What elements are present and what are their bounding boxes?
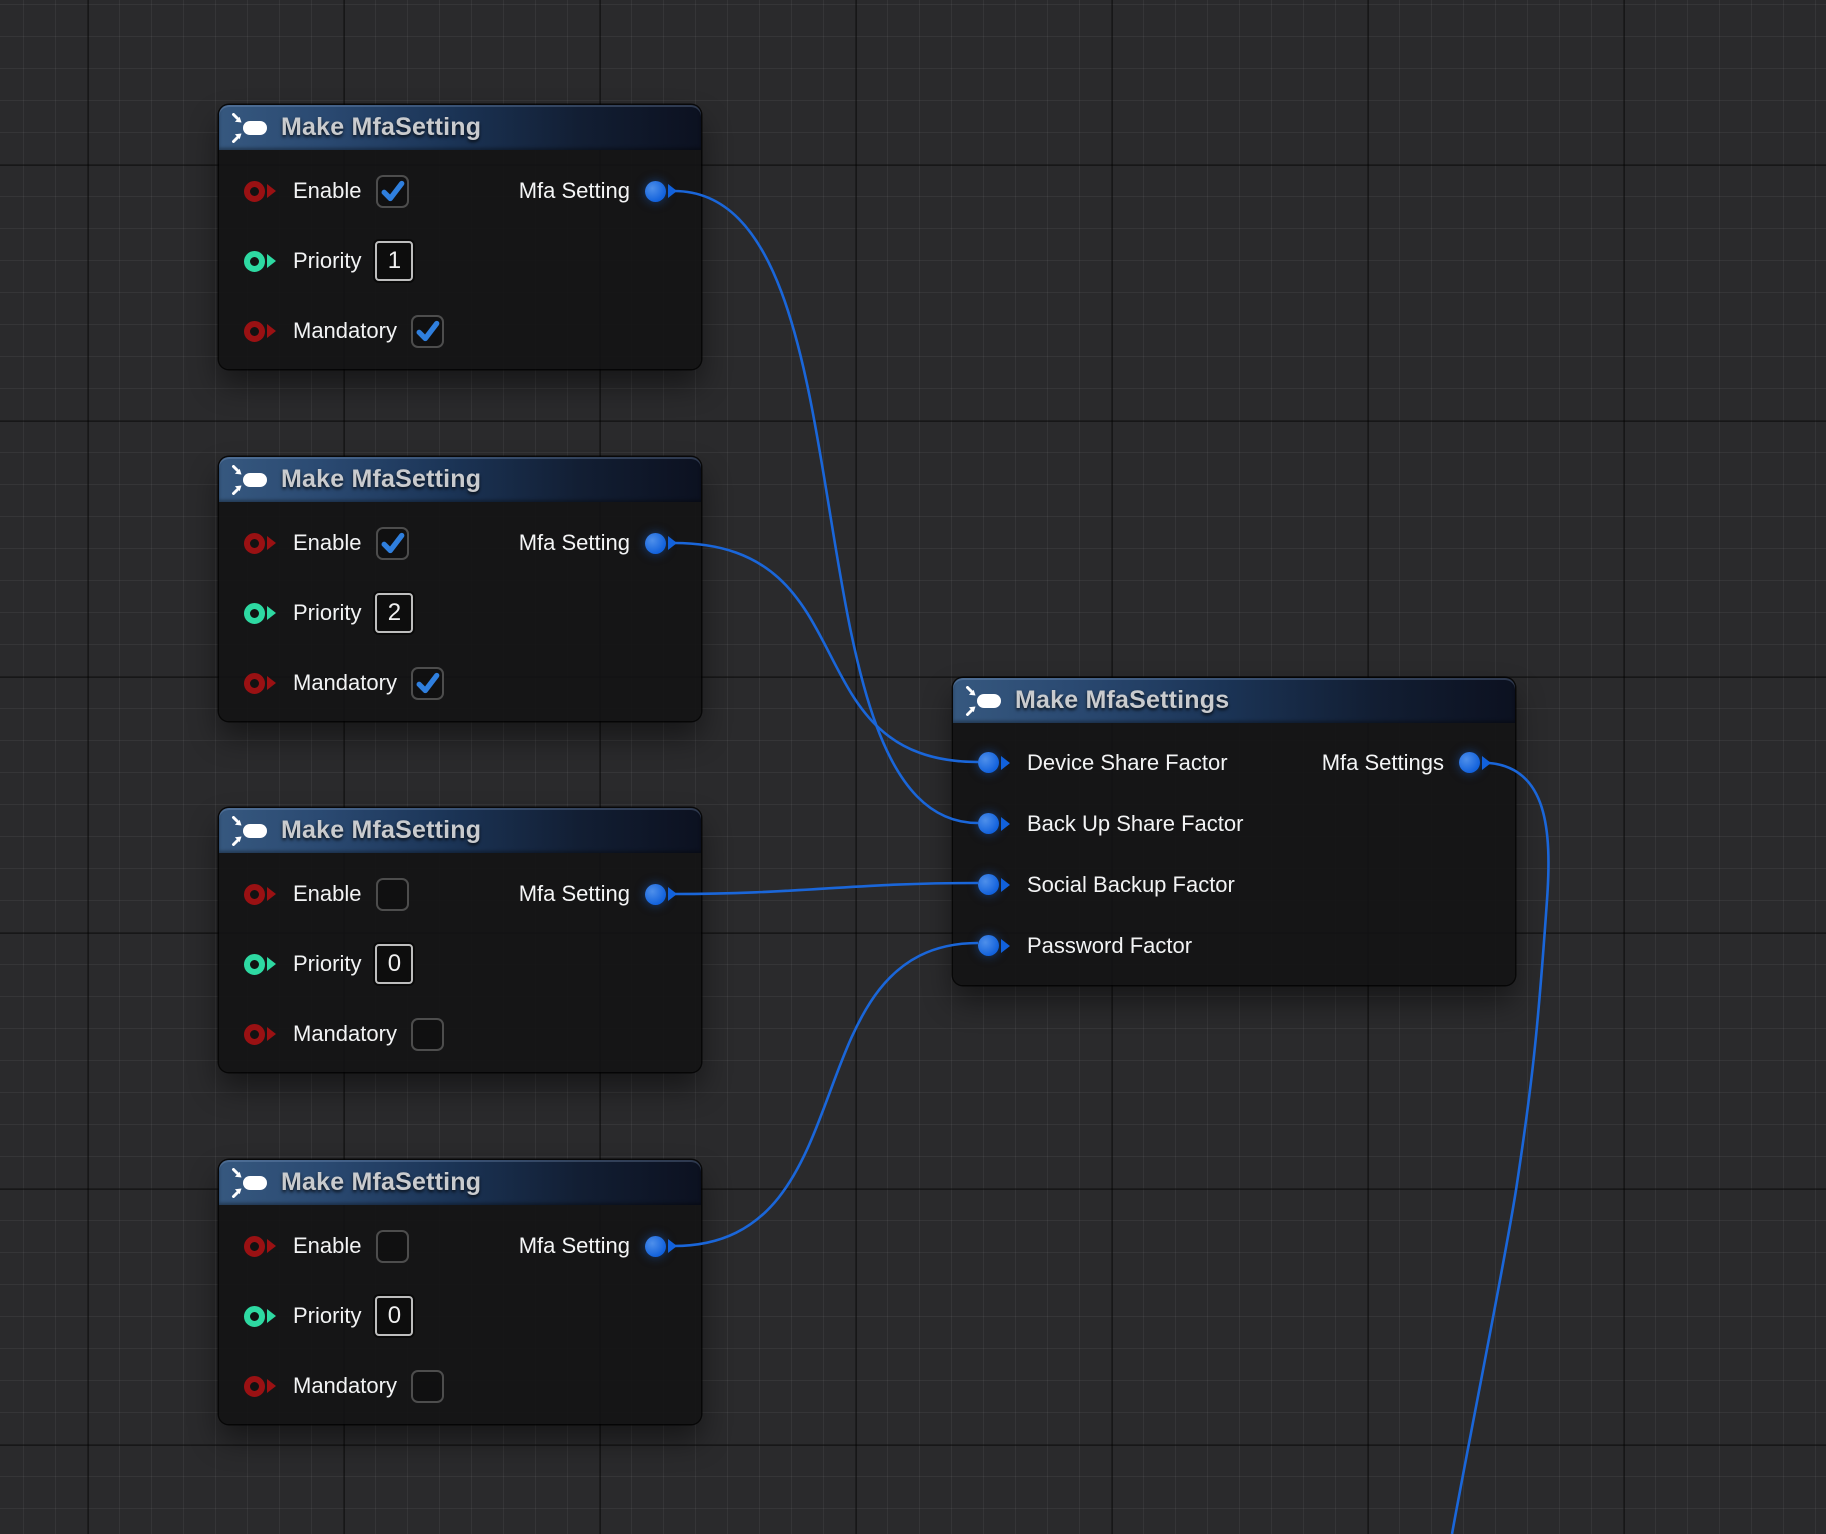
enable-checkbox[interactable]	[376, 175, 409, 208]
pin-row-social-backup-factor: Social Backup Factor	[953, 854, 1515, 915]
priority-number-input[interactable]: 2	[375, 593, 413, 633]
back-up-share-factor-input-pin[interactable]	[978, 813, 1010, 834]
wire-w4[interactable]	[674, 943, 978, 1246]
mfa-settings-output-pin[interactable]	[1459, 752, 1491, 773]
pin-row-mandatory: Mandatory	[219, 999, 701, 1069]
node-output-row: Mfa Setting	[519, 508, 677, 578]
priority-input-pin[interactable]	[244, 603, 276, 624]
pin-row-priority: Priority 2	[219, 578, 701, 648]
wire-w2[interactable]	[674, 543, 978, 762]
node-title: Make MfaSetting	[281, 465, 481, 494]
priority-input-pin[interactable]	[244, 954, 276, 975]
mandatory-pin-label: Mandatory	[293, 1021, 397, 1047]
output-pin-label: Mfa Setting	[519, 178, 630, 204]
mandatory-input-pin[interactable]	[244, 1024, 276, 1045]
pin-row-priority: Priority 0	[219, 1281, 701, 1351]
enable-input-pin[interactable]	[244, 884, 276, 905]
node-header-drag-handle[interactable]: Make MfaSetting	[219, 1160, 701, 1205]
make-struct-icon	[965, 686, 1005, 716]
output-pin-label: Mfa Settings	[1322, 750, 1444, 776]
pin-row-priority: Priority 0	[219, 929, 701, 999]
enable-input-pin[interactable]	[244, 533, 276, 554]
device-share-factor-input-pin[interactable]	[978, 752, 1010, 773]
pin-row-mandatory: Mandatory	[219, 1351, 701, 1421]
mandatory-checkbox[interactable]	[411, 1370, 444, 1403]
node-header-drag-handle[interactable]: Make MfaSettings	[953, 678, 1515, 723]
node-output-row: Mfa Setting	[519, 156, 677, 226]
priority-number-input[interactable]: 1	[375, 241, 413, 281]
checkmark-icon	[378, 528, 407, 558]
pin-row-priority: Priority 1	[219, 226, 701, 296]
make-struct-icon	[231, 113, 271, 143]
mandatory-checkbox[interactable]	[411, 1018, 444, 1051]
back-up-share-factor-pin-label: Back Up Share Factor	[1027, 811, 1243, 837]
enable-checkbox[interactable]	[376, 527, 409, 560]
enable-pin-label: Enable	[293, 1233, 362, 1259]
node-output-row: Mfa Setting	[519, 859, 677, 929]
blueprint-graph-canvas[interactable]: { "graph": { "type": "unreal-blueprint-g…	[0, 0, 1826, 1534]
mandatory-checkbox[interactable]	[411, 667, 444, 700]
checkmark-icon	[413, 668, 442, 698]
node-make_mfasetting_1[interactable]: Make MfaSetting Enable Priority 1 Mandatory…	[219, 105, 701, 369]
node-make_mfasetting_2[interactable]: Make MfaSetting Enable Priority 2 Mandatory…	[219, 457, 701, 721]
enable-checkbox[interactable]	[376, 1230, 409, 1263]
priority-pin-label: Priority	[293, 951, 361, 977]
mandatory-input-pin[interactable]	[244, 1376, 276, 1397]
mfa-setting-output-pin[interactable]	[645, 1236, 677, 1257]
enable-checkbox[interactable]	[376, 878, 409, 911]
priority-input-pin[interactable]	[244, 251, 276, 272]
password-factor-input-pin[interactable]	[978, 935, 1010, 956]
make-struct-icon	[231, 816, 271, 846]
node-title: Make MfaSetting	[281, 816, 481, 845]
checkmark-icon	[413, 316, 442, 346]
pin-row-password-factor: Password Factor	[953, 915, 1515, 976]
enable-pin-label: Enable	[293, 881, 362, 907]
node-header-drag-handle[interactable]: Make MfaSetting	[219, 105, 701, 150]
make-struct-icon	[231, 1168, 271, 1198]
password-factor-pin-label: Password Factor	[1027, 933, 1192, 959]
priority-pin-label: Priority	[293, 1303, 361, 1329]
enable-input-pin[interactable]	[244, 181, 276, 202]
pin-row-mandatory: Mandatory	[219, 648, 701, 718]
node-title: Make MfaSetting	[281, 1168, 481, 1197]
node-title: Make MfaSettings	[1015, 686, 1229, 715]
enable-pin-label: Enable	[293, 530, 362, 556]
node-make_mfasetting_3[interactable]: Make MfaSetting Enable Priority 0 Mandatory…	[219, 808, 701, 1072]
pin-row-mandatory: Mandatory	[219, 296, 701, 366]
mfa-setting-output-pin[interactable]	[645, 181, 677, 202]
node-title: Make MfaSetting	[281, 113, 481, 142]
output-pin-label: Mfa Setting	[519, 881, 630, 907]
output-pin-label: Mfa Setting	[519, 530, 630, 556]
mandatory-pin-label: Mandatory	[293, 318, 397, 344]
checkmark-icon	[378, 176, 407, 206]
pin-row-back-up-share-factor: Back Up Share Factor	[953, 793, 1515, 854]
mfa-setting-output-pin[interactable]	[645, 884, 677, 905]
priority-number-input[interactable]: 0	[375, 1296, 413, 1336]
node-output-row: Mfa Setting	[519, 1211, 677, 1281]
mandatory-pin-label: Mandatory	[293, 1373, 397, 1399]
mfa-setting-output-pin[interactable]	[645, 533, 677, 554]
mandatory-checkbox[interactable]	[411, 315, 444, 348]
social-backup-factor-input-pin[interactable]	[978, 874, 1010, 895]
priority-pin-label: Priority	[293, 248, 361, 274]
node-header-drag-handle[interactable]: Make MfaSetting	[219, 457, 701, 502]
enable-pin-label: Enable	[293, 178, 362, 204]
node-make_mfasetting_4[interactable]: Make MfaSetting Enable Priority 0 Mandatory…	[219, 1160, 701, 1424]
output-pin-label: Mfa Setting	[519, 1233, 630, 1259]
node-header-drag-handle[interactable]: Make MfaSetting	[219, 808, 701, 853]
wire-w3[interactable]	[674, 883, 978, 894]
mandatory-input-pin[interactable]	[244, 673, 276, 694]
device-share-factor-pin-label: Device Share Factor	[1027, 750, 1228, 776]
node-make_mfasettings[interactable]: Make MfaSettings Device Share Factor Back…	[953, 678, 1515, 985]
mandatory-input-pin[interactable]	[244, 321, 276, 342]
social-backup-factor-pin-label: Social Backup Factor	[1027, 872, 1235, 898]
wire-w1[interactable]	[674, 191, 978, 823]
priority-number-input[interactable]: 0	[375, 944, 413, 984]
enable-input-pin[interactable]	[244, 1236, 276, 1257]
mandatory-pin-label: Mandatory	[293, 670, 397, 696]
priority-input-pin[interactable]	[244, 1306, 276, 1327]
node-output-row: Mfa Settings	[1322, 732, 1491, 793]
priority-pin-label: Priority	[293, 600, 361, 626]
make-struct-icon	[231, 465, 271, 495]
